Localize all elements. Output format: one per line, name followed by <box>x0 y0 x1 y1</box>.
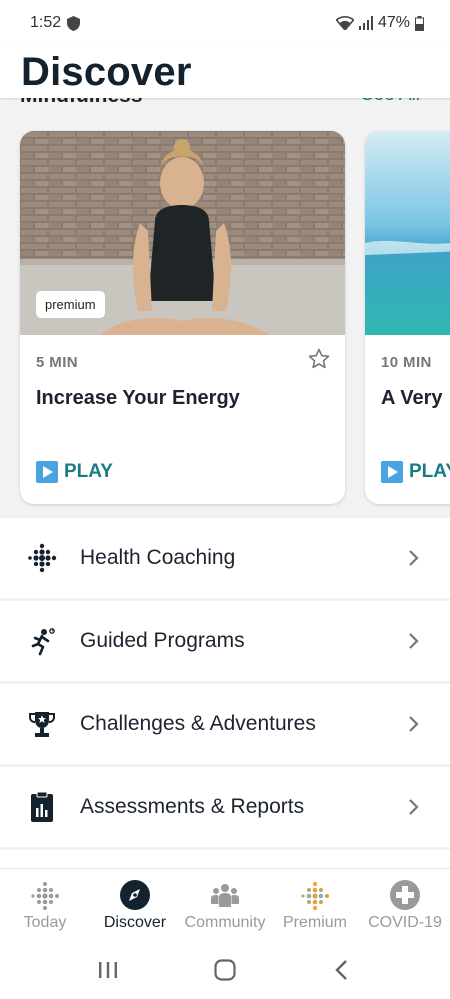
card-title: Increase Your Energy <box>36 387 240 409</box>
chevron-right-icon <box>409 716 419 732</box>
people-icon <box>211 884 239 907</box>
plus-circle-icon <box>390 880 420 910</box>
fitbit-dots-icon <box>31 882 59 910</box>
card-image <box>365 131 450 335</box>
list-item-label: Guided Programs <box>80 629 245 652</box>
premium-dots-icon <box>301 882 329 910</box>
status-time: 1:52 <box>30 14 62 31</box>
nav-label: COVID-19 <box>368 914 442 931</box>
play-button[interactable]: PLAY <box>381 461 450 483</box>
play-icon <box>381 461 403 483</box>
card-duration: 5 MIN <box>36 354 79 371</box>
runner-icon <box>31 628 55 656</box>
system-nav-bar <box>0 940 450 999</box>
play-label: PLAY <box>64 461 113 482</box>
chevron-right-icon <box>409 799 419 815</box>
compass-icon <box>120 880 150 910</box>
play-button[interactable]: PLAY <box>36 461 113 483</box>
signal-icon <box>358 16 373 30</box>
list-item-label: Challenges & Adventures <box>80 712 316 735</box>
chevron-right-icon <box>409 633 419 649</box>
nav-label: Today <box>23 914 67 931</box>
list-item-health-coaching[interactable]: Health Coaching <box>0 518 450 598</box>
list-item-label: Health Coaching <box>80 546 236 569</box>
nav-label: Community <box>184 914 266 931</box>
see-all-link[interactable]: See All <box>361 98 420 106</box>
app-header: Discover <box>0 46 450 98</box>
list-item-assessments[interactable]: Assessments & Reports <box>0 767 450 847</box>
shield-icon <box>67 15 81 31</box>
nav-tab-premium[interactable]: Premium <box>270 869 360 940</box>
play-icon <box>36 461 58 483</box>
list-item-guided-programs[interactable]: Guided Programs <box>0 601 450 681</box>
list-item-challenges[interactable]: Challenges & Adventures <box>0 684 450 764</box>
content-card[interactable]: premium 5 MIN Increase Your Energy PLAY <box>20 131 345 504</box>
status-bar: 1:52 47% <box>0 0 450 46</box>
bottom-nav: Today Discover Community Premium COVID-1… <box>0 868 450 940</box>
back-icon <box>334 959 347 980</box>
nav-label: Premium <box>282 914 347 931</box>
card-duration: 10 MIN <box>381 354 432 371</box>
recent-apps-icon <box>99 961 118 978</box>
card-image: premium <box>20 131 345 335</box>
battery-icon <box>415 15 424 31</box>
mindfulness-section: Mindfulness See All <box>0 98 450 518</box>
play-label: PLAY <box>409 461 450 482</box>
nav-tab-covid[interactable]: COVID-19 <box>360 869 450 940</box>
home-button[interactable] <box>210 955 240 985</box>
trophy-icon <box>29 712 55 737</box>
back-button[interactable] <box>327 955 357 985</box>
nav-tab-discover[interactable]: Discover <box>90 869 180 940</box>
nav-label: Discover <box>103 914 167 931</box>
battery-percent: 47% <box>377 14 410 31</box>
content-card[interactable]: 10 MIN A Very PLAY <box>365 131 450 504</box>
nav-tab-today[interactable]: Today <box>0 869 90 940</box>
wifi-icon <box>335 16 354 30</box>
premium-badge: premium <box>36 291 105 318</box>
page-title: Discover <box>21 50 192 94</box>
card-title: A Very <box>381 387 443 409</box>
clipboard-chart-icon <box>31 791 53 822</box>
nav-tab-community[interactable]: Community <box>180 869 270 940</box>
home-icon <box>214 958 236 981</box>
section-title: Mindfulness <box>20 98 143 108</box>
star-icon[interactable] <box>307 347 331 371</box>
dots-grid-icon <box>28 543 57 573</box>
discover-list: Health Coaching Guided Programs Challeng… <box>0 518 450 876</box>
recent-apps-button[interactable] <box>93 955 123 985</box>
list-item-label: Assessments & Reports <box>80 795 305 818</box>
chevron-right-icon <box>409 550 419 566</box>
